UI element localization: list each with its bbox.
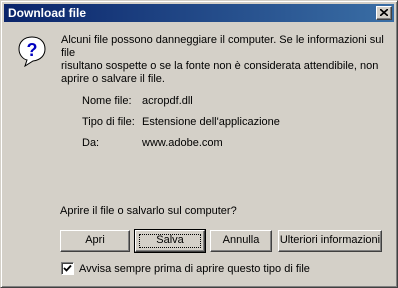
- checkmark-icon: [63, 264, 72, 272]
- window-title: Download file: [8, 6, 86, 20]
- download-dialog: Download file ? Alcuni file possono dann…: [0, 0, 398, 288]
- file-name-value: acropdf.dll: [142, 95, 193, 107]
- always-ask-checkbox[interactable]: [61, 262, 74, 275]
- svg-text:?: ?: [27, 40, 38, 60]
- always-ask-label[interactable]: Avvisa sempre prima di aprire questo tip…: [79, 263, 310, 276]
- open-button-label: Apri: [85, 234, 105, 246]
- close-icon: [380, 9, 388, 16]
- file-type-label: Tipo di file:: [82, 116, 135, 128]
- save-button[interactable]: Salva: [134, 229, 206, 253]
- question-icon: ?: [18, 36, 46, 67]
- file-name-label: Nome file:: [82, 95, 132, 107]
- cancel-button-label: Annulla: [222, 234, 260, 246]
- save-button-label: Salva: [156, 234, 184, 246]
- cancel-button[interactable]: Annulla: [210, 230, 272, 252]
- more-info-button-label: Ulteriori informazioni: [279, 234, 381, 246]
- file-source-value: www.adobe.com: [142, 137, 223, 149]
- file-source-label: Da:: [82, 137, 100, 149]
- title-bar[interactable]: Download file: [4, 4, 394, 22]
- file-type-value: Estensione dell'applicazione: [142, 116, 280, 128]
- warning-message: Alcuni file possono danneggiare il compu…: [61, 34, 384, 85]
- more-info-button[interactable]: Ulteriori informazioni: [278, 230, 382, 252]
- close-button[interactable]: [376, 6, 392, 20]
- action-question: Aprire il file o salvarlo sul computer?: [60, 205, 237, 217]
- open-button[interactable]: Apri: [60, 230, 130, 252]
